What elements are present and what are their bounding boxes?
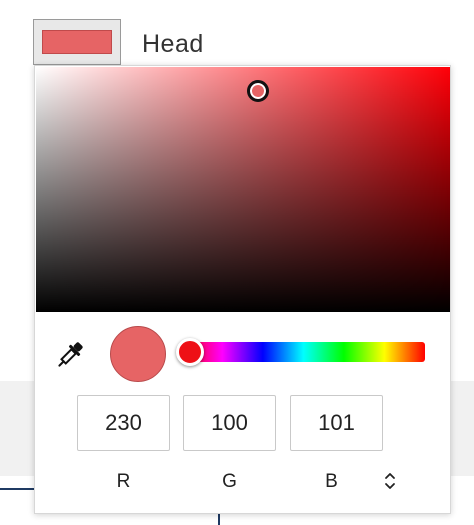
color-swatch-label: Head (142, 30, 204, 58)
saturation-value-handle[interactable] (247, 80, 269, 102)
color-swatch-button[interactable] (33, 19, 121, 65)
hue-slider-handle[interactable] (176, 338, 204, 366)
blue-channel-label: B (325, 471, 338, 492)
blue-channel-input[interactable] (290, 395, 383, 451)
color-mode-toggle[interactable] (380, 470, 400, 492)
green-channel-input[interactable] (183, 395, 276, 451)
chevron-up-down-icon (385, 473, 395, 489)
green-channel-label: G (222, 471, 237, 492)
color-picker-popup: R G B (34, 65, 451, 514)
color-preview (110, 326, 166, 382)
eyedropper-button[interactable] (53, 338, 87, 372)
red-channel-label: R (116, 471, 131, 492)
red-channel-input[interactable] (77, 395, 170, 451)
saturation-value-area[interactable] (36, 67, 450, 312)
eyedropper-icon (58, 342, 83, 367)
color-swatch-fill (42, 30, 112, 54)
background-divider (0, 488, 35, 490)
hue-slider[interactable] (182, 342, 425, 362)
